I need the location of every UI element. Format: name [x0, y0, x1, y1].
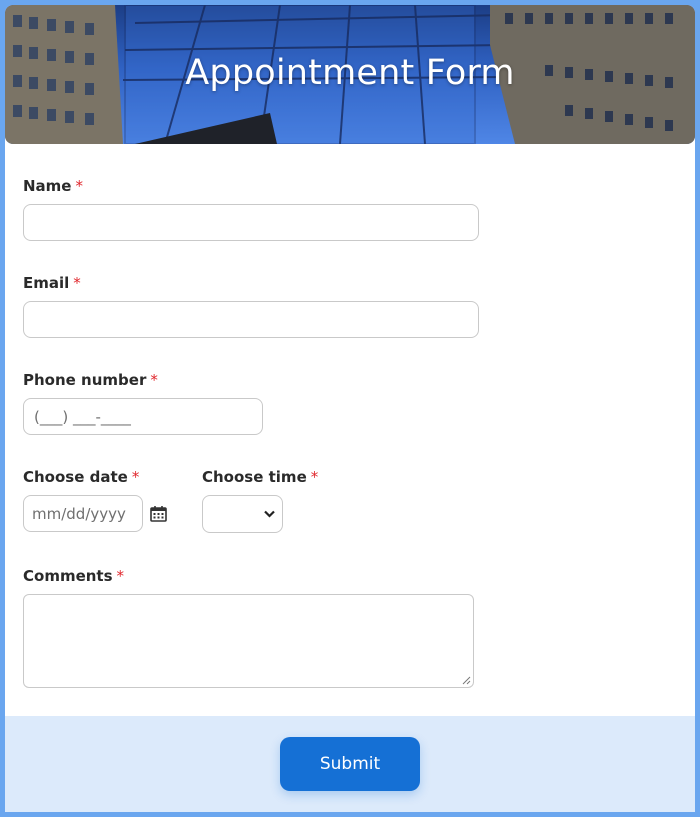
comments-label-text: Comments [23, 567, 113, 585]
required-asterisk: * [75, 177, 83, 195]
form-footer: Submit [5, 716, 695, 812]
date-field-group: Choose date * [23, 467, 139, 487]
resize-handle-icon[interactable] [462, 676, 471, 685]
calendar-icon[interactable] [150, 505, 167, 522]
comments-label: Comments * [23, 566, 124, 586]
required-asterisk: * [116, 567, 125, 585]
email-label: Email * [23, 273, 81, 293]
phone-label: Phone number * [23, 370, 158, 390]
comments-field-group: Comments * [23, 566, 124, 586]
submit-button[interactable]: Submit [280, 737, 420, 791]
required-asterisk: * [310, 468, 319, 486]
form-title: Appointment Form [185, 53, 515, 93]
required-asterisk: * [73, 274, 81, 292]
time-select[interactable] [202, 495, 283, 533]
name-field-group: Name * [23, 176, 83, 196]
time-label-text: Choose time [202, 468, 307, 486]
phone-input[interactable] [23, 398, 263, 435]
form-container: Appointment Form Name * Email * Phone numb… [5, 5, 695, 812]
comments-textarea[interactable] [23, 594, 474, 688]
time-field-group: Choose time * [202, 467, 318, 487]
email-input[interactable] [23, 301, 479, 338]
phone-label-text: Phone number [23, 371, 147, 389]
required-asterisk: * [131, 468, 140, 486]
form-header: Appointment Form [5, 5, 695, 144]
date-input[interactable] [23, 495, 143, 532]
email-label-text: Email [23, 274, 70, 292]
required-asterisk: * [150, 371, 158, 389]
name-label: Name * [23, 176, 83, 196]
time-label: Choose time * [202, 467, 318, 487]
date-label: Choose date * [23, 467, 139, 487]
name-label-text: Name [23, 177, 72, 195]
date-label-text: Choose date [23, 468, 128, 486]
chevron-down-icon [264, 510, 275, 518]
name-input[interactable] [23, 204, 479, 241]
email-field-group: Email * [23, 273, 81, 293]
phone-field-group: Phone number * [23, 370, 158, 390]
